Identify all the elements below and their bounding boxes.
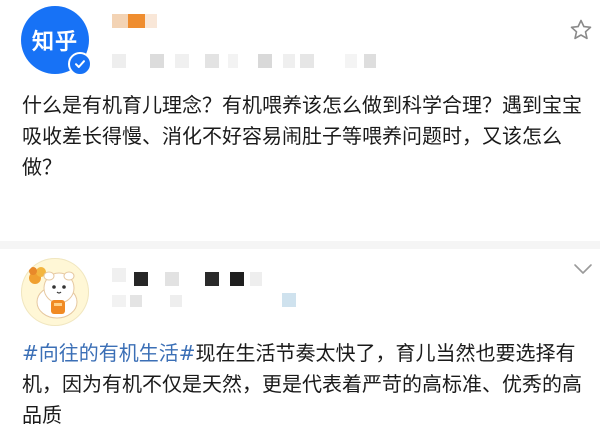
avatar-logo-text: 知乎 [31, 30, 78, 55]
cartoon-avatar[interactable] [21, 258, 89, 326]
mask-block [175, 54, 189, 68]
mask-block [205, 272, 219, 286]
verified-check-icon [68, 52, 92, 76]
mask-block [112, 54, 126, 68]
section-divider [0, 241, 600, 249]
mask-block [128, 14, 145, 28]
mask-block [282, 293, 296, 307]
mask-block [364, 54, 376, 68]
mask-block [112, 295, 126, 307]
mask-block [228, 54, 238, 68]
mask-block [112, 14, 128, 28]
mask-block [145, 14, 157, 28]
question-text: 什么是有机育儿理念？有机喂养该怎么做到科学合理？遇到宝宝吸收差长得慢、消化不好容… [22, 93, 582, 179]
mask-block [345, 54, 357, 68]
mask-block [150, 54, 164, 68]
mask-block [258, 54, 272, 68]
mask-block [134, 272, 148, 286]
mask-block [170, 295, 182, 307]
star-outline-icon[interactable] [569, 18, 593, 42]
mask-block [205, 54, 219, 68]
answer-text: #向往的有机生活#现在生活节奏太快了，育儿当然也要选择有机，因为有机不仅是天然，… [22, 338, 582, 431]
chevron-down-icon[interactable] [573, 262, 593, 276]
mask-block [300, 54, 314, 68]
mask-block [250, 272, 262, 286]
mask-block [283, 54, 295, 68]
mask-block [130, 295, 142, 307]
mask-block [165, 272, 179, 286]
hashtag-link[interactable]: #向往的有机生活# [22, 341, 196, 365]
mask-block [112, 268, 126, 282]
post-card-question: 知乎 什么是有机育儿理念？有机喂养该怎么做到科学合理？遇到宝宝吸收差长得慢、消化… [0, 0, 600, 242]
mask-block [230, 272, 244, 286]
